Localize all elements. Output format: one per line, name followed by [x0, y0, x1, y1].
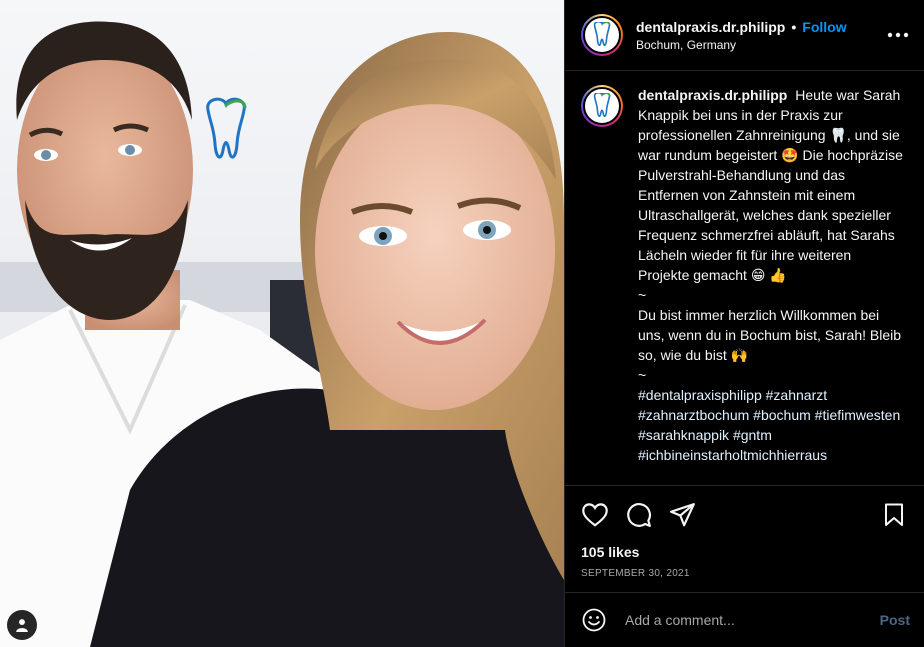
post-photo[interactable] [0, 0, 564, 647]
likes-count[interactable]: 105 likes [581, 544, 908, 560]
emoji-icon [582, 608, 606, 632]
tooth-logo-icon [593, 93, 611, 118]
avatar[interactable] [581, 14, 623, 57]
comment-input[interactable] [625, 611, 874, 628]
comment-icon [627, 503, 651, 528]
tagged-users-button[interactable] [7, 610, 37, 640]
post-side-panel: dentalpraxis.dr.philipp • Follow Bochum,… [564, 0, 924, 647]
save-button[interactable] [880, 501, 908, 529]
paper-plane-icon [670, 503, 695, 527]
more-horizontal-icon [887, 32, 909, 38]
post-header: dentalpraxis.dr.philipp • Follow Bochum,… [565, 0, 924, 72]
tooth-logo-icon [593, 22, 611, 47]
location-link[interactable]: Bochum, Germany [636, 38, 886, 52]
action-bar [581, 500, 908, 530]
caption-hashtags[interactable]: #dentalpraxisphilipp #zahnarzt #zahnarzt… [638, 385, 903, 465]
emoji-button[interactable] [581, 607, 607, 633]
user-tag-icon [16, 619, 28, 632]
instagram-post: dentalpraxis.dr.philipp • Follow Bochum,… [0, 0, 924, 647]
caption-text: dentalpraxis.dr.philipp Heute war Sarah … [638, 85, 903, 485]
more-options-button[interactable] [886, 23, 910, 47]
share-button[interactable] [669, 501, 697, 529]
comment-bar: Post [565, 591, 924, 647]
bookmark-icon [885, 503, 903, 527]
comment-button[interactable] [625, 501, 653, 529]
heart-icon [582, 503, 608, 528]
like-button[interactable] [581, 501, 609, 529]
post-date: SEPTEMBER 30, 2021 [581, 568, 690, 580]
action-section: 105 likes SEPTEMBER 30, 2021 [565, 485, 924, 591]
caption-avatar[interactable] [581, 85, 623, 128]
post-comment-button[interactable]: Post [874, 612, 916, 628]
header-text: dentalpraxis.dr.philipp • Follow Bochum,… [636, 19, 886, 52]
caption-body: Heute war Sarah Knappik bei uns in der P… [638, 87, 903, 384]
caption-username-link[interactable]: dentalpraxis.dr.philipp [638, 87, 787, 103]
follow-button[interactable]: Follow [802, 19, 846, 35]
username-link[interactable]: dentalpraxis.dr.philipp [636, 19, 785, 35]
selfie-image [0, 0, 564, 647]
caption-section: dentalpraxis.dr.philipp Heute war Sarah … [565, 71, 924, 485]
separator-dot: • [791, 18, 797, 35]
